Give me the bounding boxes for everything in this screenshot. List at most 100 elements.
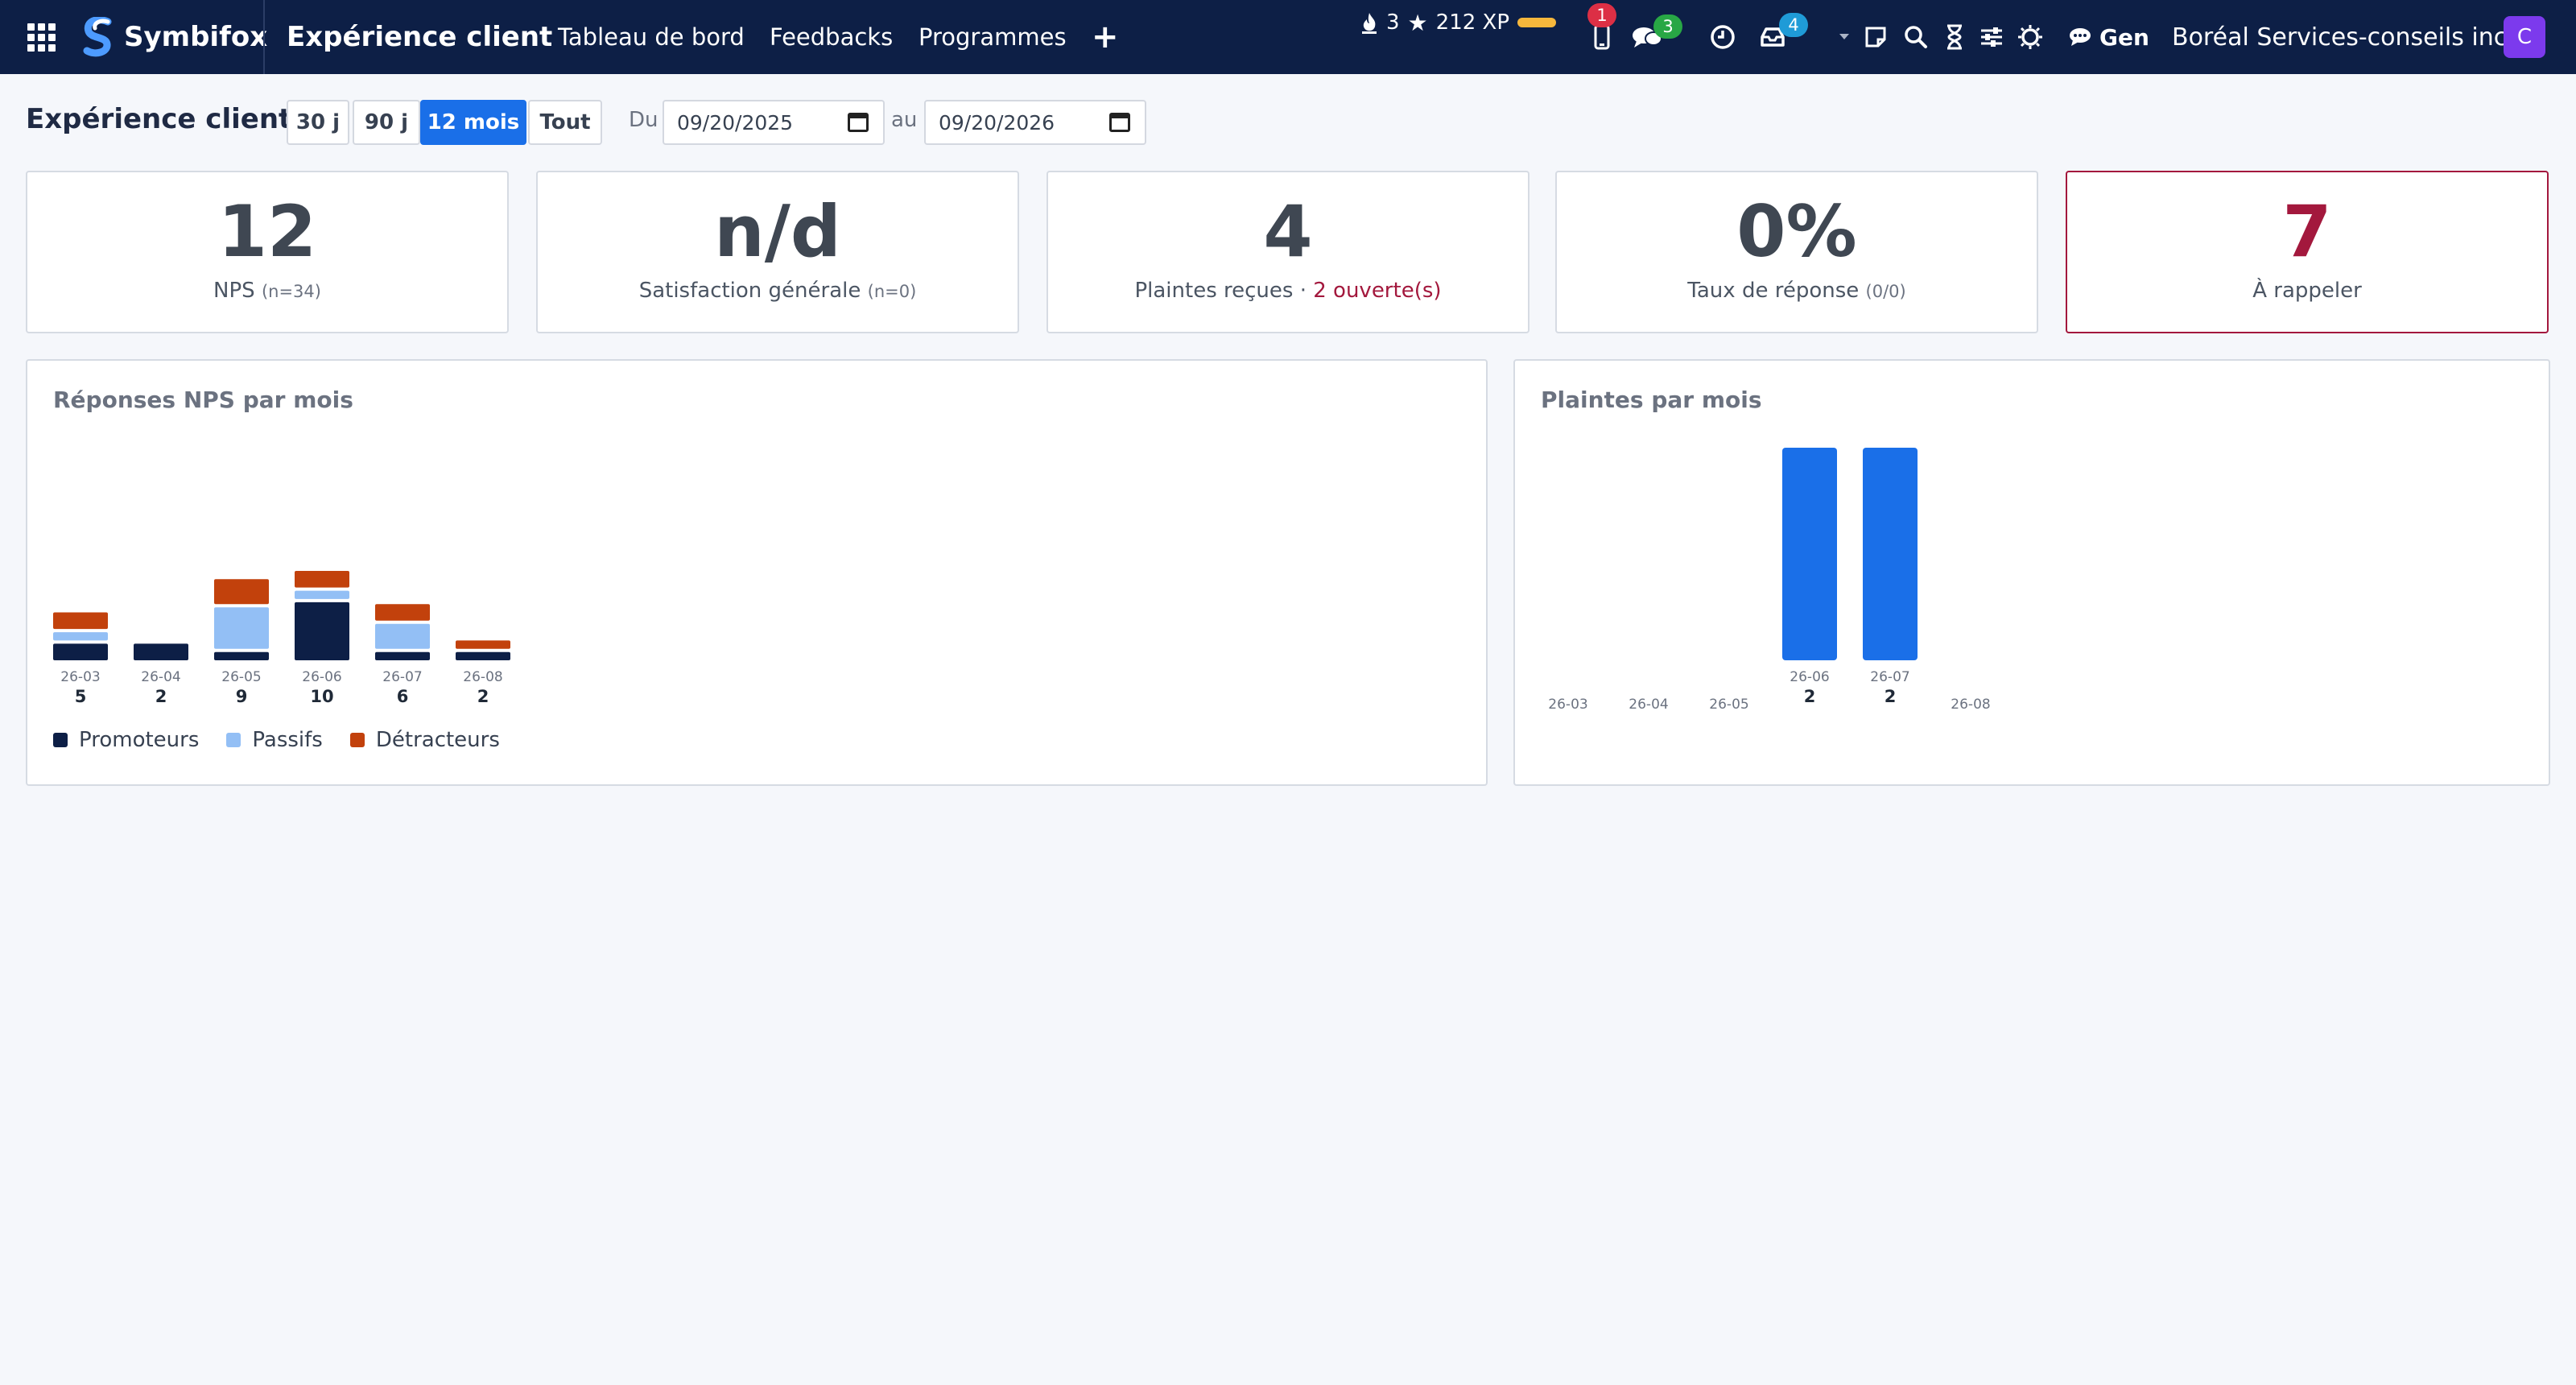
star-icon: ★ <box>1407 9 1428 36</box>
nps-bar-segment-promoters[interactable] <box>134 643 188 660</box>
x-tick-label: 26-04 <box>141 669 180 685</box>
kpi-value: 7 <box>2282 190 2332 273</box>
speech-bubble-icon <box>2070 28 2091 46</box>
range-12-months-button[interactable]: 12 mois <box>420 100 526 145</box>
hourglass-icon[interactable] <box>1938 0 1971 74</box>
user-avatar[interactable]: C <box>2504 16 2545 58</box>
legend-detractors[interactable]: Détracteurs <box>349 728 500 752</box>
complaint-bar[interactable] <box>1782 448 1837 660</box>
company-switcher[interactable]: Boréal Services-conseils inc. <box>2172 0 2515 74</box>
legend-promoters[interactable]: Promoteurs <box>53 728 199 752</box>
x-tick-label: 26-07 <box>382 669 422 685</box>
nps-bar-segment-detractors[interactable] <box>375 604 430 621</box>
legend-passives[interactable]: Passifs <box>226 728 323 752</box>
legend-swatch <box>226 733 242 747</box>
complaints-chart-panel: Plaintes par mois 26-03 26-04 26-05 26-06 2 2… <box>1513 359 2550 786</box>
bar-total-label: 2 <box>155 687 167 706</box>
nps-bar-segment-detractors[interactable] <box>214 579 269 605</box>
nps-bar-segment-promoters[interactable] <box>375 651 430 660</box>
calendar-icon[interactable] <box>848 113 869 132</box>
kpi-label: À rappeler <box>2252 279 2362 303</box>
nps-chart-panel: Réponses NPS par mois 26-03 5 26-04 2 26-05 9… <box>26 359 1488 786</box>
bar-total-label: 6 <box>397 687 409 706</box>
kpi-value: n/d <box>714 190 841 273</box>
page-title: Expérience client <box>26 103 292 135</box>
symbifox-logo-icon <box>83 17 112 57</box>
bar-total-label: 9 <box>236 687 248 706</box>
legend-swatch <box>53 733 68 747</box>
inbox-badge: 4 <box>1779 13 1808 37</box>
from-date-input[interactable]: 09/20/2025 <box>663 100 885 145</box>
x-tick-label: 26-07 <box>1870 669 1909 685</box>
nps-bar-segment-detractors[interactable] <box>295 571 349 588</box>
nps-stacked-bar-chart: 26-03 5 26-04 2 26-05 9 26-06 10 26-07 6 26-08 2 <box>53 571 510 706</box>
nps-bar-segment-detractors[interactable] <box>456 640 510 649</box>
kpi-card-complaints[interactable]: 4 Plaintes reçues · 2 ouverte(s) <box>1046 171 1530 333</box>
chevron-down-icon[interactable] <box>1829 0 1860 74</box>
legend-swatch <box>349 733 365 747</box>
nps-bar-segment-promoters[interactable] <box>53 643 108 660</box>
sliders-icon[interactable] <box>1975 0 2008 74</box>
range-all-button[interactable]: Tout <box>528 100 602 145</box>
x-tick-label: 26-08 <box>463 669 502 685</box>
menu-feedbacks[interactable]: Feedbacks <box>770 0 893 74</box>
kpi-value: 4 <box>1263 190 1313 273</box>
chat-icon[interactable] <box>1631 0 1663 74</box>
assistant-gen-button[interactable]: Gen <box>2069 0 2149 74</box>
kpi-card-nps[interactable]: 12 NPS (n=34) <box>26 171 509 333</box>
kpi-label: Taux de réponse (0/0) <box>1687 279 1906 303</box>
chat-badge: 3 <box>1653 14 1682 39</box>
range-90-days-button[interactable]: 90 j <box>353 100 420 145</box>
sticky-note-icon[interactable] <box>1860 0 1892 74</box>
nps-bar-segment-detractors[interactable] <box>53 612 108 630</box>
x-tick-label: 26-05 <box>1709 697 1748 713</box>
apps-grid-icon[interactable] <box>27 0 60 74</box>
xp-progress-bar <box>1517 18 1557 27</box>
nps-bar-segment-passives[interactable] <box>53 632 108 641</box>
kpi-sample-size: (n=0) <box>867 282 917 301</box>
x-tick-label: 26-03 <box>1548 697 1587 713</box>
nps-bar-segment-passives[interactable] <box>375 623 430 649</box>
range-30-days-button[interactable]: 30 j <box>287 100 349 145</box>
open-complaints-link[interactable]: 2 ouverte(s) <box>1313 279 1441 303</box>
kpi-value: 12 <box>217 190 317 273</box>
kpi-card-satisfaction[interactable]: n/d Satisfaction générale (n=0) <box>536 171 1019 333</box>
calendar-icon[interactable] <box>1109 113 1130 132</box>
activity-clock-icon[interactable] <box>1707 0 1739 74</box>
kpi-card-response-rate[interactable]: 0% Taux de réponse (0/0) <box>1555 171 2038 333</box>
nps-legend: Promoteurs Passifs Détracteurs <box>53 728 500 752</box>
app-title[interactable]: Expérience client <box>287 0 552 74</box>
search-icon[interactable] <box>1900 0 1932 74</box>
complaints-bar-chart: 26-03 26-04 26-05 26-06 2 26-07 2 26-08 <box>1548 448 1991 713</box>
bar-total-label: 2 <box>477 687 489 706</box>
theme-toggle-icon[interactable] <box>2014 0 2046 74</box>
from-date-label: Du <box>629 108 658 132</box>
menu-tableau-de-bord[interactable]: Tableau de bord <box>558 0 745 74</box>
bar-total-label: 5 <box>75 687 87 706</box>
kpi-sample-size: (n=34) <box>261 282 321 301</box>
x-tick-label: 26-06 <box>1790 669 1829 685</box>
nps-bar-segment-promoters[interactable] <box>456 651 510 660</box>
nps-bar-segment-promoters[interactable] <box>214 651 269 660</box>
streak-count: 3 <box>1386 10 1400 35</box>
from-date-value: 09/20/2025 <box>677 110 794 134</box>
nps-bar-segment-passives[interactable] <box>214 607 269 649</box>
brand-logo[interactable]: Symbifox <box>80 0 267 74</box>
to-date-input[interactable]: 09/20/2026 <box>924 100 1146 145</box>
nps-bar-segment-promoters[interactable] <box>295 602 349 660</box>
complaint-bar[interactable] <box>1863 448 1918 660</box>
gamification-status[interactable]: 3 ★ 212 XP <box>1360 0 1557 60</box>
bar-value-label: 2 <box>1885 687 1897 706</box>
to-date-value: 09/20/2026 <box>939 110 1055 134</box>
add-button[interactable]: + <box>1092 0 1119 74</box>
x-tick-label: 26-05 <box>221 669 261 685</box>
inbox-icon[interactable] <box>1757 0 1789 74</box>
menu-programmes[interactable]: Programmes <box>919 0 1067 74</box>
nps-bar-segment-passives[interactable] <box>295 590 349 599</box>
x-tick-label: 26-04 <box>1629 697 1668 713</box>
kpi-ratio: (0/0) <box>1865 282 1906 301</box>
assistant-label: Gen <box>2099 23 2149 51</box>
to-date-label: au <box>891 108 918 132</box>
bar-total-label: 10 <box>310 687 333 706</box>
kpi-card-callbacks[interactable]: 7 À rappeler <box>2066 171 2549 333</box>
